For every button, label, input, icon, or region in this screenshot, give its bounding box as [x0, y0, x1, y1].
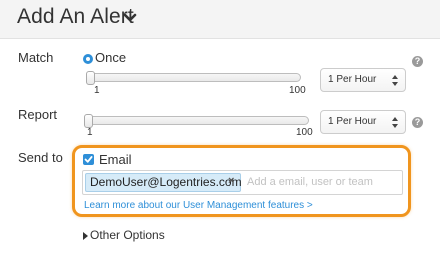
match-slider-min: 1 — [94, 85, 100, 96]
email-checkbox-label: Email — [99, 152, 132, 167]
report-slider-min: 1 — [87, 127, 93, 138]
report-label: Report — [18, 107, 58, 122]
report-help-icon[interactable]: ? — [412, 117, 423, 128]
report-slider-track[interactable] — [84, 116, 309, 125]
panel-header: Add An Alert — [0, 0, 440, 39]
caret-right-icon[interactable] — [83, 232, 88, 240]
match-frequency-value: 1 Per Hour — [328, 74, 377, 85]
report-slider-max: 100 — [296, 127, 313, 138]
chevron-down-icon[interactable] — [123, 13, 137, 23]
page-title: Add An Alert — [17, 5, 134, 28]
checkmark-icon — [84, 156, 93, 163]
report-frequency-value: 1 Per Hour — [328, 116, 377, 127]
match-slider-handle[interactable] — [86, 71, 95, 85]
match-help-icon[interactable]: ? — [412, 56, 423, 67]
other-options-toggle[interactable]: Other Options — [90, 228, 165, 242]
learn-more-link[interactable]: Learn more about our User Management fea… — [84, 200, 313, 211]
recipient-input-placeholder[interactable]: Add a email, user or team — [247, 176, 373, 188]
match-frequency-select[interactable]: 1 Per Hour — [320, 68, 406, 92]
select-arrows-icon — [392, 75, 398, 86]
add-alert-panel: Add An Alert Match Once 1 100 1 Per Hour… — [0, 0, 440, 268]
send-to-label: Send to — [18, 150, 63, 165]
match-label: Match — [18, 50, 54, 65]
report-frequency-select[interactable]: 1 Per Hour — [320, 110, 406, 134]
match-slider-track[interactable] — [86, 73, 301, 82]
once-radio-label: Once — [95, 50, 127, 65]
remove-tag-icon[interactable]: × — [228, 175, 234, 187]
match-slider-max: 100 — [289, 85, 306, 96]
recipient-tag-label: DemoUser@Logentries.com — [90, 175, 242, 189]
once-radio[interactable] — [83, 54, 93, 64]
select-arrows-icon — [392, 117, 398, 128]
report-slider-handle[interactable] — [84, 114, 93, 128]
email-checkbox[interactable] — [83, 154, 94, 165]
